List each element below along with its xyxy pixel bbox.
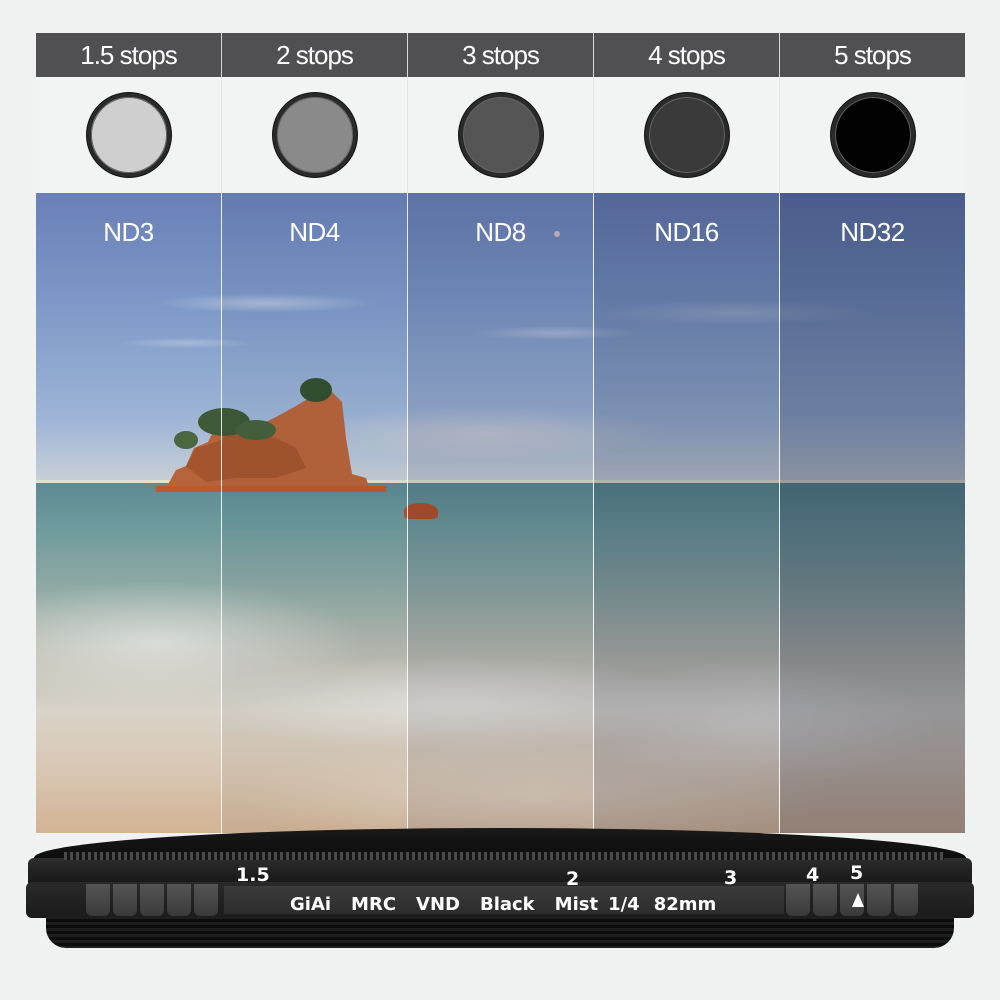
knurled-edge [64, 852, 944, 860]
vnd-filter-ring: 1.5 2 3 4 5 GiAi MRC VND Black Mist 1/4 82mm [24, 828, 976, 953]
column-divider [593, 193, 594, 833]
grip-tabs-left [86, 884, 218, 916]
nd-label: ND16 [654, 217, 719, 247]
scale-mark: 4 [806, 864, 820, 886]
filter-disc-icon [830, 93, 915, 177]
stops-label: 2 stops [222, 33, 408, 77]
filter-disc-icon [644, 93, 729, 177]
scale-mark: 1.5 [236, 864, 270, 886]
nd-label: ND4 [289, 217, 340, 247]
filter-disc-icon [86, 93, 171, 177]
stops-label: 4 stops [594, 33, 780, 77]
stops-label: 1.5 stops [36, 33, 222, 77]
filter-swatch-row [36, 77, 965, 193]
moon-icon [554, 231, 560, 237]
triangle-marker-icon [852, 893, 864, 907]
scale-mark: 3 [724, 867, 738, 889]
scale-mark: 2 [566, 868, 580, 890]
filter-disc-icon [458, 93, 543, 177]
filter-disc-icon [272, 93, 357, 177]
stops-label: 5 stops [834, 39, 912, 70]
column-divider [221, 193, 222, 833]
filter-thread [46, 916, 954, 948]
nd-label: ND8 [475, 217, 526, 247]
filter-engraving: GiAi MRC VND Black Mist 1/4 82mm [290, 894, 717, 915]
scale-mark: 5 [850, 862, 864, 884]
nd-label: ND3 [103, 217, 154, 247]
comparison-grid: 1.5 stops 2 stops 3 stops 4 stops 5 stop… [36, 33, 965, 193]
column-divider [779, 193, 780, 833]
column-divider [407, 193, 408, 833]
stops-label: 3 stops [408, 33, 594, 77]
stops-header-row: 1.5 stops 2 stops 3 stops 4 stops 5 stop… [36, 33, 965, 77]
seascape-photo: ND3 ND4 ND8 ND16 ND32 [36, 193, 965, 833]
nd-label: ND32 [840, 217, 905, 247]
